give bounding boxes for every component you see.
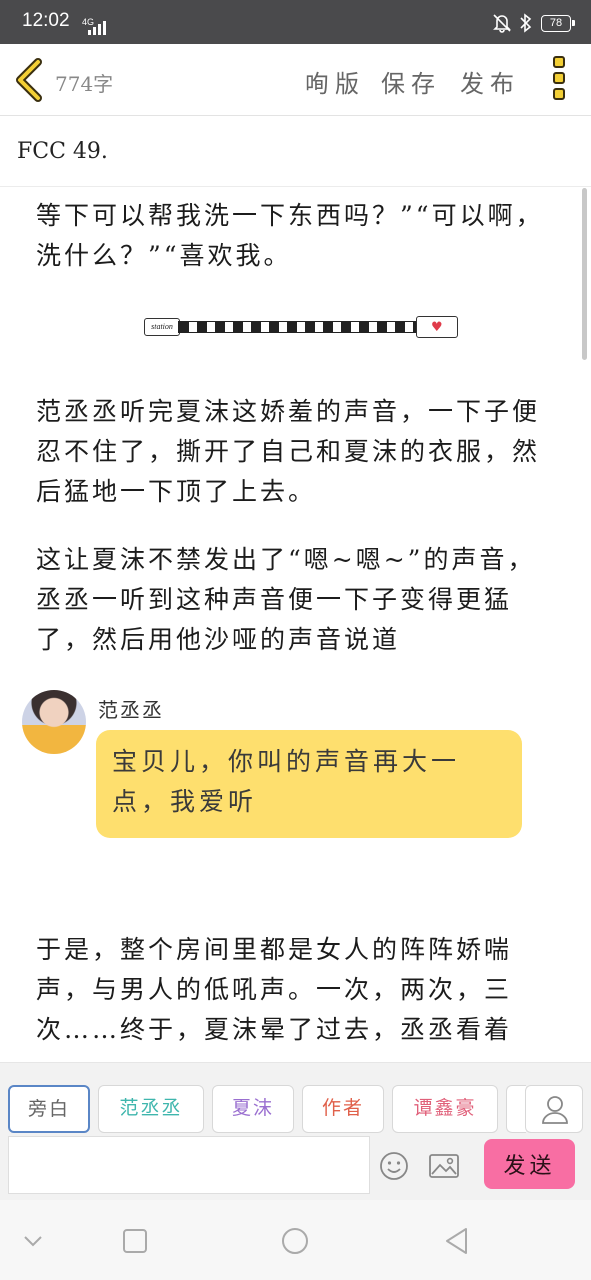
word-count: 774字 bbox=[55, 72, 114, 96]
editor-toolbar: 774字 咰版 保存 发布 bbox=[0, 44, 591, 116]
role-label: 旁白 bbox=[27, 1098, 70, 1120]
typeset-button[interactable]: 咰版 bbox=[305, 64, 365, 99]
status-bar: 12:02 4G 78 bbox=[0, 0, 591, 44]
system-nav-bar bbox=[0, 1200, 591, 1280]
recent-apps-icon[interactable] bbox=[120, 1226, 150, 1256]
role-narrator[interactable]: 旁白 bbox=[8, 1085, 90, 1133]
message-input[interactable] bbox=[8, 1136, 370, 1194]
home-icon[interactable] bbox=[280, 1226, 310, 1256]
emoji-icon[interactable] bbox=[378, 1150, 410, 1182]
paragraph-3: 这让夏沫不禁发出了“嗯~嗯~”的声音，丞丞一听到这种声音便一下子变得更猛了，然后… bbox=[36, 545, 536, 654]
scrollbar[interactable] bbox=[582, 188, 587, 360]
status-time: 12:02 bbox=[22, 10, 70, 31]
send-button[interactable]: 发送 bbox=[484, 1139, 575, 1189]
publish-button[interactable]: 发布 bbox=[460, 64, 520, 99]
story-content[interactable]: 等下可以帮我洗一下东西吗？”“可以啊，洗什么？”“喜欢我。 station ♥ … bbox=[0, 188, 591, 1062]
paragraph-4: 于是，整个房间里都是女人的阵阵娇喘声，与男人的低吼声。一次，两次，三次……终于，… bbox=[36, 935, 513, 1044]
bubble-text: 宝贝儿，你叫的声音再大一点，我爱听 bbox=[112, 747, 461, 816]
role-xia-mo[interactable]: 夏沫 bbox=[212, 1085, 294, 1133]
chevron-down-icon[interactable] bbox=[18, 1226, 48, 1256]
add-role-button[interactable] bbox=[525, 1085, 583, 1133]
chapter-title[interactable]: FCC 49. bbox=[17, 139, 108, 164]
image-icon[interactable] bbox=[428, 1152, 460, 1180]
heart-icon: ♥ bbox=[431, 320, 443, 335]
role-tan-xinhao[interactable]: 谭鑫豪 bbox=[392, 1085, 498, 1133]
role-author[interactable]: 作者 bbox=[302, 1085, 384, 1133]
role-label: 夏沫 bbox=[231, 1097, 274, 1119]
avatar[interactable] bbox=[22, 690, 86, 754]
muted-bell-icon bbox=[493, 14, 511, 33]
role-overflow[interactable] bbox=[506, 1085, 526, 1133]
role-label: 谭鑫豪 bbox=[413, 1097, 477, 1119]
divider-tag: station bbox=[144, 318, 180, 336]
bluetooth-icon bbox=[520, 13, 532, 33]
role-panel: 旁白 范丞丞 夏沫 作者 谭鑫豪 发送 bbox=[0, 1062, 591, 1200]
heart-box: ♥ bbox=[416, 316, 458, 338]
dialogue-bubble[interactable]: 宝贝儿，你叫的声音再大一点，我爱听 bbox=[96, 730, 522, 838]
divider-track bbox=[178, 321, 418, 333]
speaker-name: 范丞丞 bbox=[98, 698, 164, 722]
role-label: 作者 bbox=[321, 1097, 364, 1119]
save-button[interactable]: 保存 bbox=[381, 64, 441, 99]
role-fan-chengcheng[interactable]: 范丞丞 bbox=[98, 1085, 204, 1133]
signal-icon bbox=[88, 19, 106, 35]
dialogue-block: 范丞丞 宝贝儿，你叫的声音再大一点，我爱听 bbox=[0, 688, 591, 848]
paragraph-2: 范丞丞听完夏沫这娇羞的声音，一下子便忍不住了，撕开了自己和夏沫的衣服，然后猛地一… bbox=[36, 397, 541, 506]
back-icon[interactable] bbox=[442, 1226, 472, 1256]
title-area: FCC 49. bbox=[0, 117, 591, 187]
menu-dots-icon[interactable] bbox=[553, 56, 569, 102]
battery-icon: 78 bbox=[541, 14, 575, 32]
person-icon bbox=[542, 1096, 568, 1124]
role-label: 范丞丞 bbox=[119, 1097, 183, 1119]
back-chevron-icon[interactable] bbox=[12, 58, 48, 102]
paragraph-1: 等下可以帮我洗一下东西吗？”“可以啊，洗什么？”“喜欢我。 bbox=[36, 201, 544, 270]
station-divider: station ♥ bbox=[144, 316, 464, 338]
